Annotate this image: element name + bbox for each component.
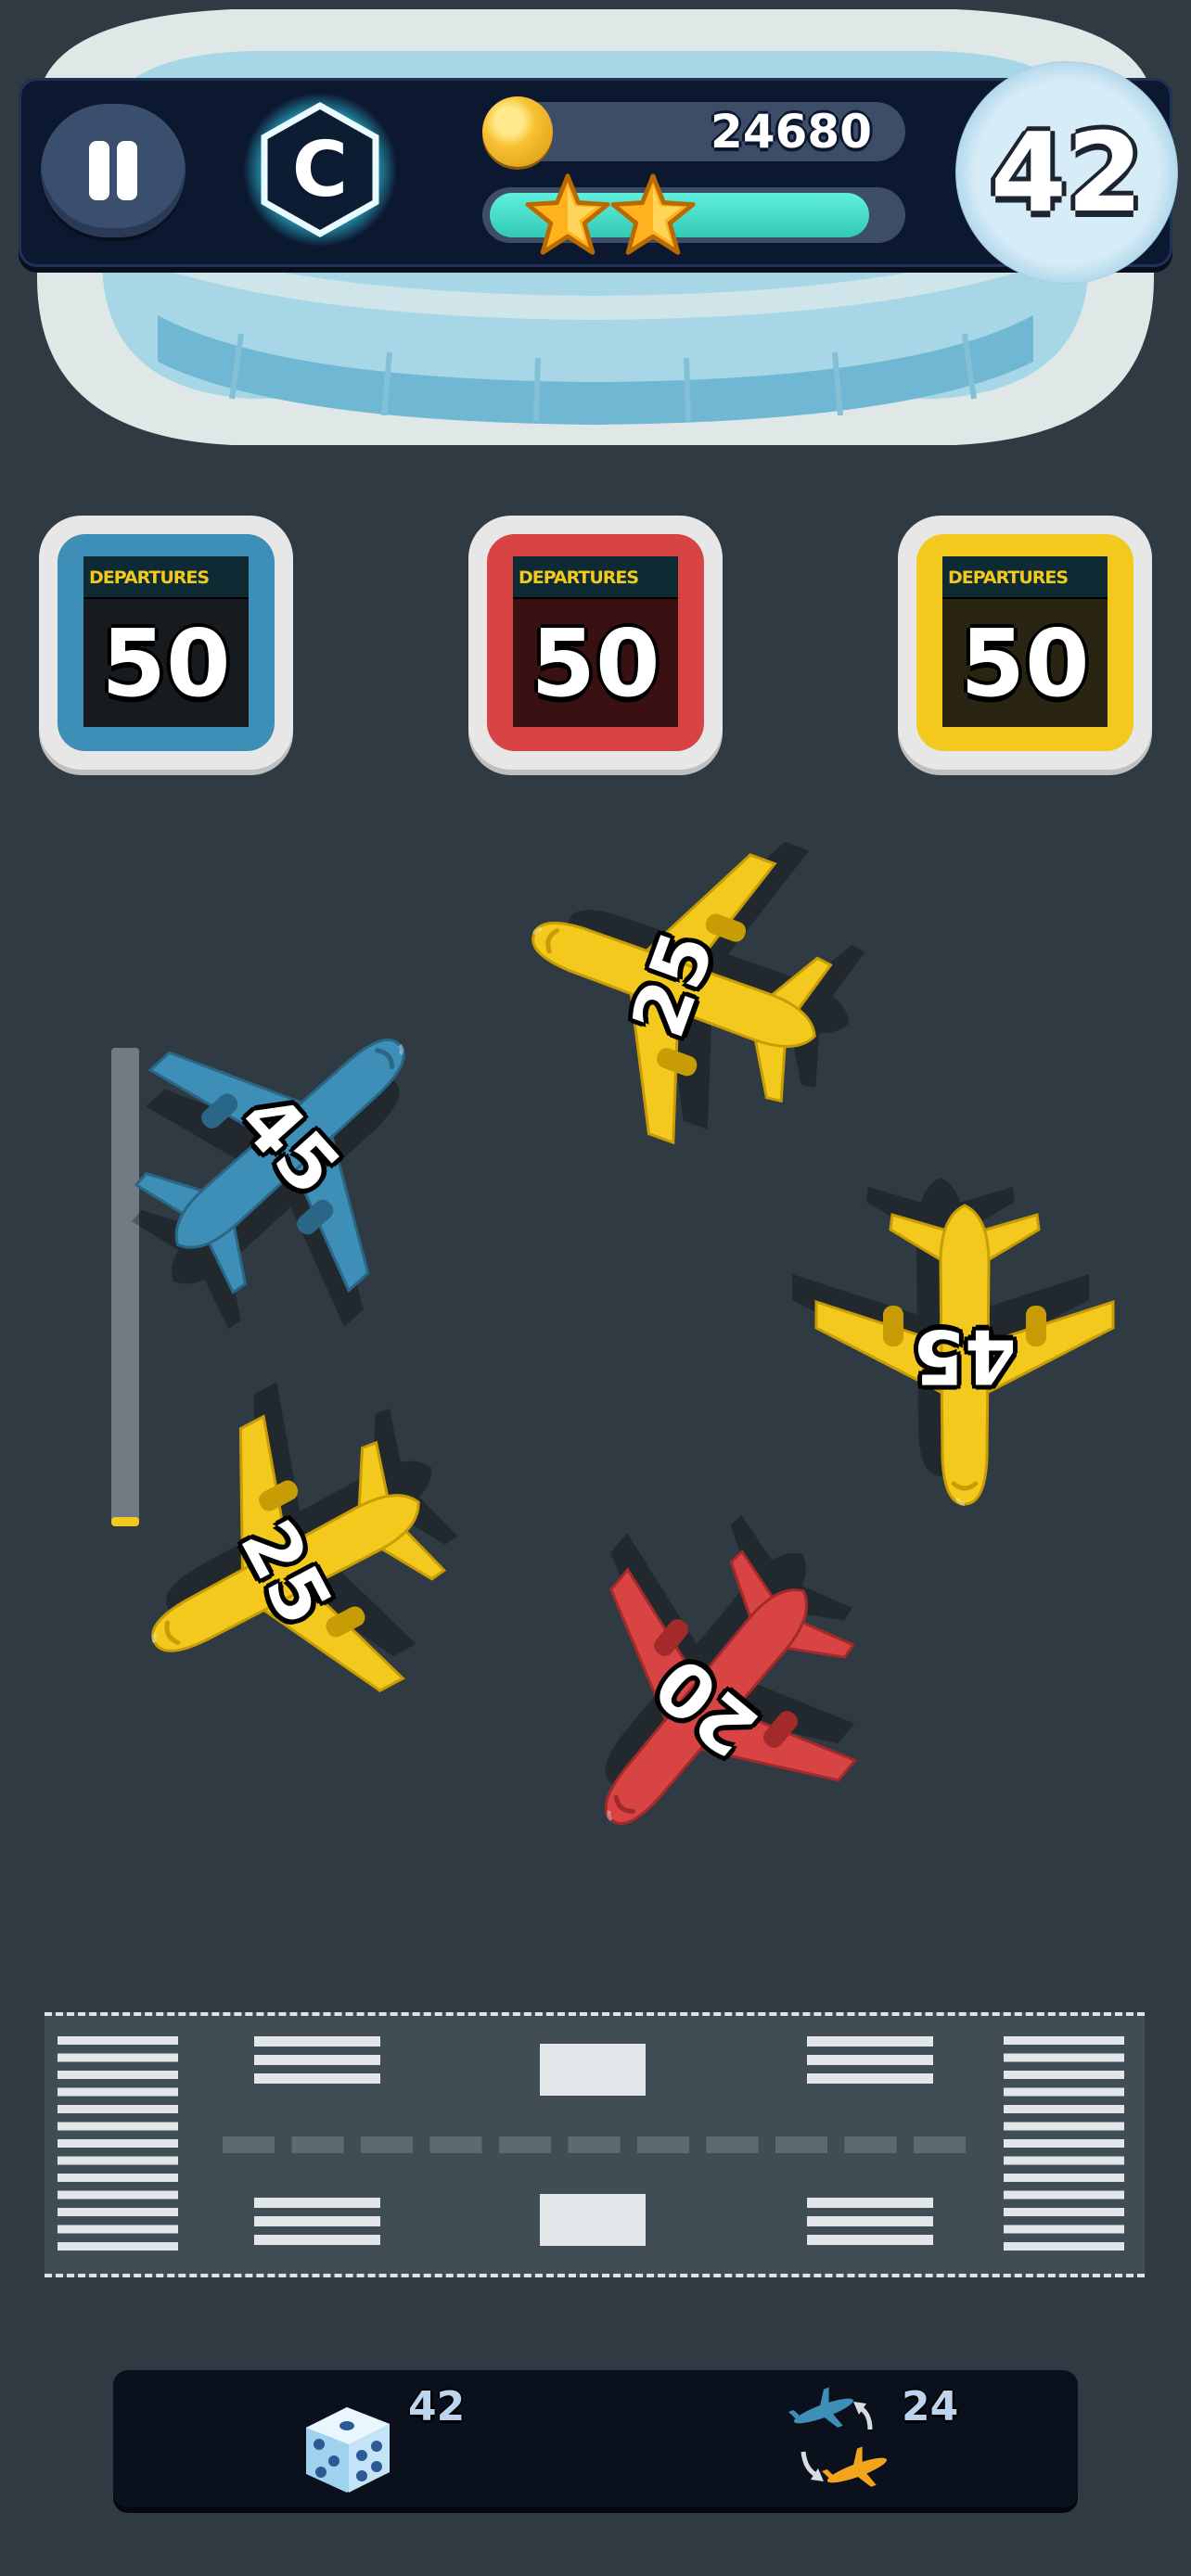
airplane-blue-45[interactable]: 45 — [28, 883, 552, 1407]
swap-count: 24 — [902, 2383, 959, 2430]
dice-icon[interactable] — [293, 2391, 403, 2500]
departures-label: DEPARTURES — [513, 556, 678, 599]
departures-label: DEPARTURES — [942, 556, 1108, 599]
swap-planes-icon[interactable] — [785, 2385, 898, 2498]
star-icon — [525, 173, 610, 255]
runway — [45, 2012, 1145, 2277]
departure-count: 50 — [531, 609, 660, 718]
pause-button[interactable] — [41, 104, 186, 237]
departure-count: 50 — [101, 609, 231, 718]
coin-icon — [482, 96, 553, 167]
star-icon — [610, 173, 696, 255]
coin-count: 24680 — [711, 105, 872, 159]
airplane-number: 45 — [223, 1077, 357, 1212]
airplane-yellow-45[interactable]: 45 — [779, 1170, 1150, 1541]
moves-left: 42 — [990, 108, 1144, 236]
departure-count: 50 — [960, 609, 1090, 718]
departure-gate-yellow: DEPARTURES 50 — [898, 516, 1152, 770]
airplane-number: 25 — [224, 1506, 349, 1639]
rank-letter: C — [291, 125, 349, 214]
airplane-yellow-25[interactable]: 25 — [35, 1322, 537, 1824]
runway-markings — [58, 2036, 1124, 2251]
departure-gate-red: DEPARTURES 50 — [468, 516, 723, 770]
airplane-number: 45 — [913, 1313, 1017, 1399]
departures-label: DEPARTURES — [83, 556, 249, 599]
shuffle-count: 42 — [408, 2383, 466, 2430]
departure-gate-blue: DEPARTURES 50 — [39, 516, 293, 770]
